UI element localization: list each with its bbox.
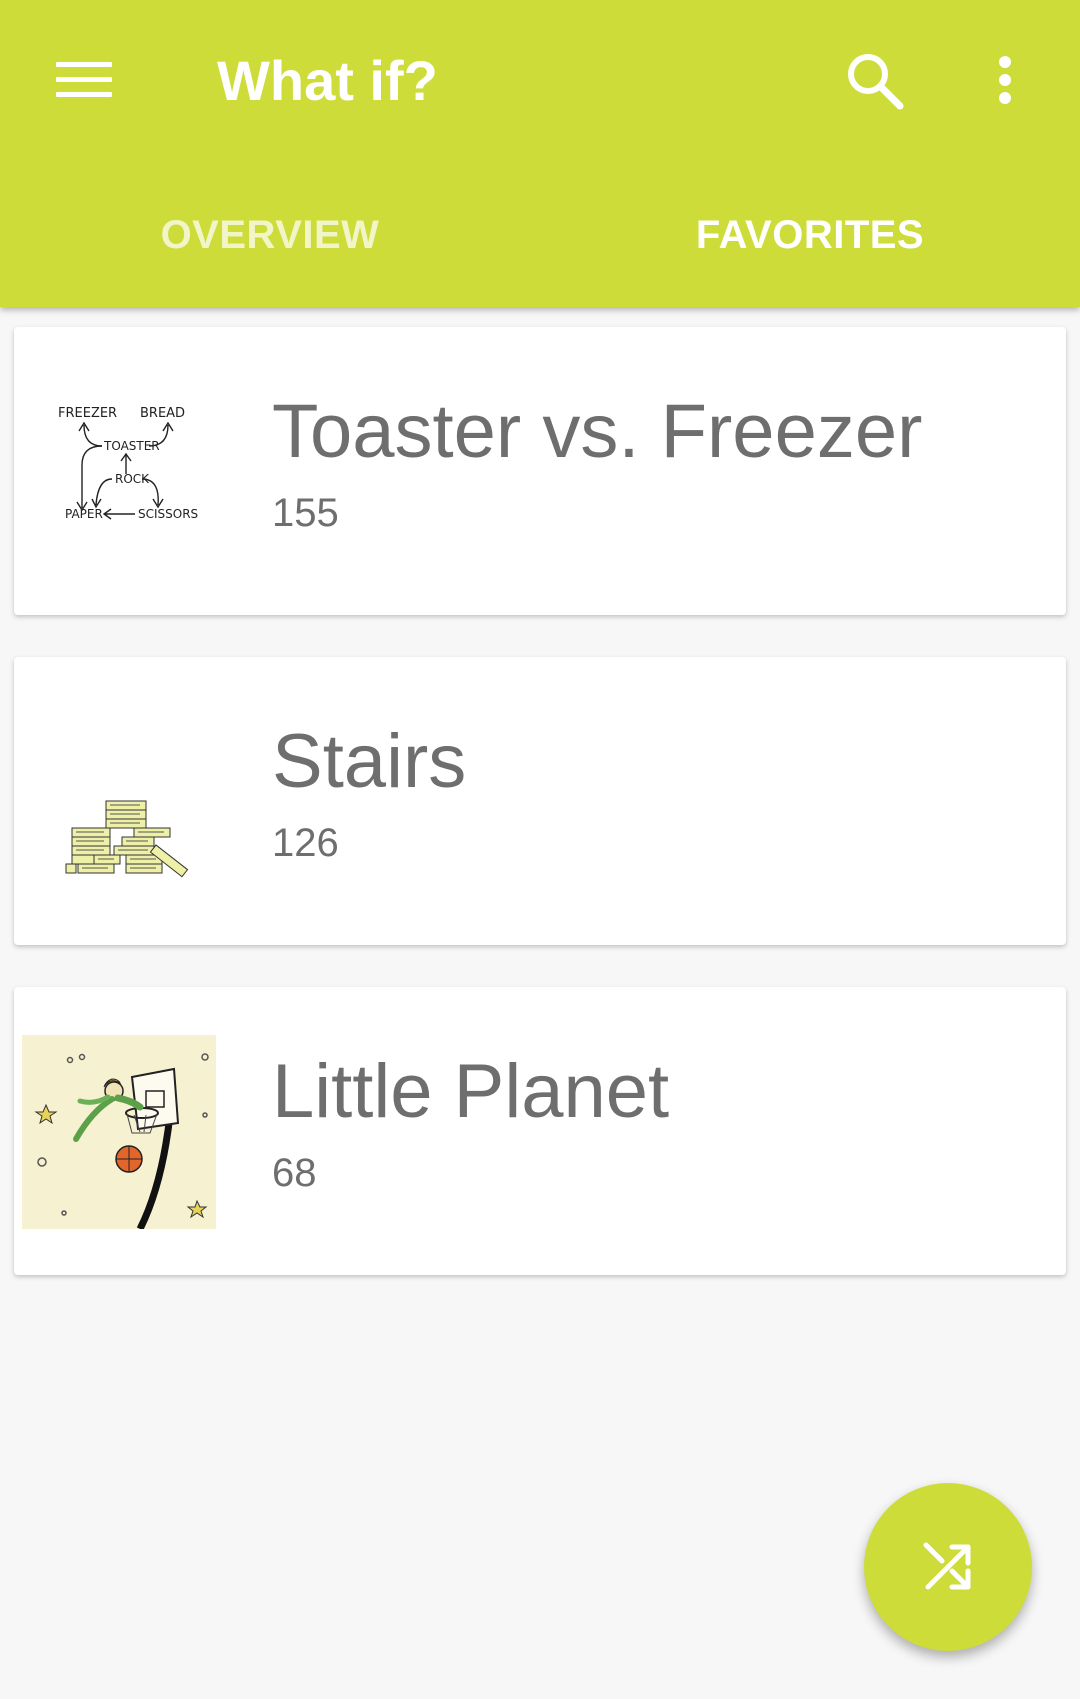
tab-favorites[interactable]: FAVORITES bbox=[540, 200, 1080, 270]
shuffle-icon bbox=[923, 1542, 971, 1590]
toaster-freezer-diagram-thumbnail: FREEZER BREAD TOASTER ROCK PAPER SCISSOR… bbox=[58, 406, 198, 521]
card-count: 68 bbox=[272, 1151, 317, 1195]
tab-overview[interactable]: OVERVIEW bbox=[0, 200, 540, 270]
card-count: 155 bbox=[272, 491, 339, 535]
favorite-card-stairs[interactable]: Stairs 126 bbox=[14, 657, 1066, 945]
diagram-label-paper: PAPER bbox=[65, 507, 103, 521]
little-planet-basketball-thumbnail bbox=[22, 1035, 216, 1229]
app-title: What if? bbox=[217, 49, 438, 112]
diagram-label-bread: BREAD bbox=[140, 406, 185, 421]
card-title: Little Planet bbox=[272, 1049, 670, 1134]
unsalted-butter-stairs-thumbnail bbox=[65, 800, 189, 878]
card-count: 126 bbox=[272, 821, 339, 865]
diagram-label-freezer: FREEZER bbox=[58, 406, 117, 421]
diagram-label-scissors: SCISSORS bbox=[138, 507, 198, 521]
shuffle-button[interactable] bbox=[864, 1483, 1032, 1651]
search-icon[interactable] bbox=[838, 44, 910, 116]
hamburger-menu-icon[interactable] bbox=[44, 44, 124, 116]
more-vert-icon[interactable] bbox=[980, 44, 1028, 116]
app-bar: What if? OVERVIEW FAVORITES bbox=[0, 0, 1080, 307]
favorite-card-little-planet[interactable]: Little Planet 68 bbox=[14, 987, 1066, 1275]
favorite-card-toaster-vs-freezer[interactable]: FREEZER BREAD TOASTER ROCK PAPER SCISSOR… bbox=[14, 327, 1066, 615]
card-title: Toaster vs. Freezer bbox=[272, 389, 923, 474]
card-title: Stairs bbox=[272, 719, 467, 804]
